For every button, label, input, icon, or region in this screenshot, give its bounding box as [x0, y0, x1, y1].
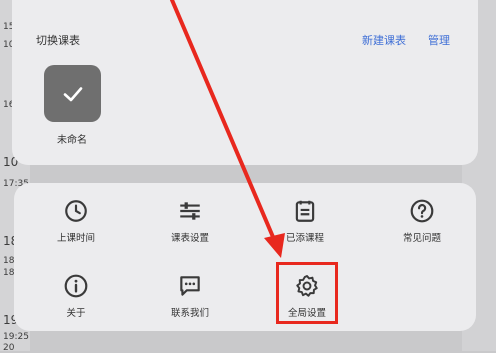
annotation-arrow: [170, 0, 285, 258]
highlight-box: [276, 262, 338, 324]
